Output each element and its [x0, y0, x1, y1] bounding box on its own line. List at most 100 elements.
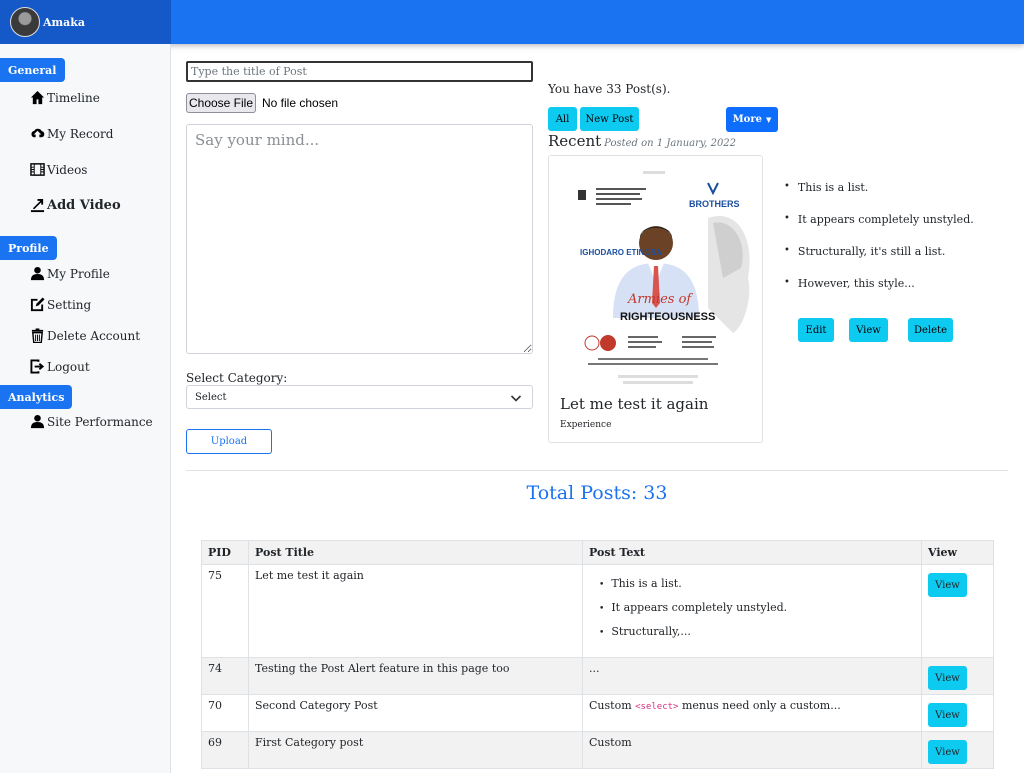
edit-icon — [30, 297, 45, 312]
all-button[interactable]: All — [548, 107, 577, 131]
upload-icon — [30, 198, 45, 213]
post-title-input[interactable] — [186, 61, 533, 82]
row-view-button[interactable]: View — [928, 740, 967, 764]
cell-text-list: This is a list. It appears completely un… — [589, 577, 915, 649]
sidebar-item-label: Delete Account — [47, 328, 141, 343]
top-navbar: Amaka — [0, 0, 1024, 44]
list-item: It appears completely unstyled. — [784, 213, 974, 245]
sidebar-item-label: Videos — [47, 162, 88, 177]
sidebar-item-add-video[interactable]: Add Video — [30, 198, 121, 213]
recent-heading: Recent Posted on 1 January, 2022 — [548, 132, 736, 150]
section-general: General — [0, 58, 65, 82]
sidebar-item-videos[interactable]: Videos — [30, 162, 87, 177]
sidebar-item-label: Timeline — [47, 90, 100, 105]
caret-down-icon: ▼ — [765, 115, 772, 124]
divider — [186, 470, 1008, 471]
sidebar-item-label: Setting — [47, 297, 92, 312]
flyer-brand: BROTHERS — [689, 199, 740, 209]
user-name: Amaka — [43, 15, 86, 29]
row-view-button[interactable]: View — [928, 666, 967, 690]
header-post-title: Post Title — [248, 540, 583, 565]
sidebar-item-site-performance[interactable]: Site Performance — [30, 414, 153, 429]
row-view-button[interactable]: View — [928, 573, 967, 597]
recent-label: Recent — [548, 132, 602, 150]
delete-button[interactable]: Delete — [908, 318, 953, 342]
file-status: No file chosen — [262, 96, 339, 110]
cell-title: First Category post — [248, 731, 583, 769]
card-title: Let me test it again — [560, 395, 709, 413]
new-post-button[interactable]: New Post — [580, 107, 639, 131]
home-icon — [30, 90, 45, 105]
user-brand[interactable]: Amaka — [0, 0, 171, 44]
sidebar-item-delete-account[interactable]: Delete Account — [30, 328, 140, 343]
post-count: You have 33 Post(s). — [548, 82, 671, 96]
list-item: This is a list. — [599, 577, 915, 601]
sidebar: General Timeline My Record Videos Add Vi… — [0, 44, 171, 773]
cell-pid: 69 — [201, 731, 249, 769]
sidebar-item-label: Site Performance — [47, 414, 153, 429]
list-item: Structurally,... — [599, 625, 915, 649]
list-item: Structurally, it's still a list. — [784, 245, 974, 277]
cell-text-pre: Custom — [589, 699, 632, 712]
person-icon — [30, 266, 45, 281]
cell-pid: 75 — [201, 564, 249, 658]
sidebar-item-my-record[interactable]: My Record — [30, 126, 113, 141]
film-icon — [30, 163, 45, 176]
post-image: BROTHERS IGHODARO ETINOSA Armies of RIGH… — [558, 168, 755, 390]
header-pid: PID — [201, 540, 249, 565]
list-item: It appears completely unstyled. — [599, 601, 915, 625]
section-profile: Profile — [0, 236, 57, 260]
code-select: <select> — [635, 702, 679, 712]
table-header-row: PID Post Title Post Text View — [201, 540, 994, 565]
cell-title: Second Category Post — [248, 694, 583, 732]
more-label: More — [732, 114, 762, 125]
flyer-theme-top: Armies of — [627, 292, 693, 307]
cell-pid: 70 — [201, 694, 249, 732]
card-category: Experience — [560, 420, 612, 430]
person-icon — [30, 414, 45, 429]
upload-button[interactable]: Upload — [186, 429, 272, 454]
header-view: View — [921, 540, 994, 565]
sidebar-item-my-profile[interactable]: My Profile — [30, 266, 110, 281]
chevron-down-icon — [510, 395, 522, 402]
sidebar-item-setting[interactable]: Setting — [30, 297, 91, 312]
category-label: Select Category: — [186, 371, 288, 385]
table-row: 70 Second Category Post Custom <select> … — [201, 694, 994, 732]
cell-view: View — [921, 564, 994, 658]
edit-button[interactable]: Edit — [798, 318, 834, 342]
category-select[interactable]: Select — [186, 385, 533, 409]
row-view-button[interactable]: View — [928, 703, 967, 727]
section-analytics: Analytics — [0, 385, 73, 409]
table-row: 74 Testing the Post Alert feature in thi… — [201, 657, 994, 695]
sidebar-item-label: My Record — [47, 126, 114, 141]
cell-title: Let me test it again — [248, 564, 583, 658]
header-post-text: Post Text — [582, 540, 922, 565]
cloud-upload-icon — [31, 128, 45, 138]
sidebar-item-label: Add Video — [47, 198, 121, 213]
posts-table: PID Post Title Post Text View 75 Let me … — [201, 540, 994, 769]
flyer-speaker-name: IGHODARO ETINOSA — [580, 248, 662, 257]
cell-text: This is a list. It appears completely un… — [582, 564, 922, 658]
total-posts-heading: Total Posts: 33 — [526, 482, 668, 504]
choose-file-button[interactable]: Choose File — [186, 93, 256, 113]
list-item: However, this style... — [784, 277, 974, 309]
cell-text: Custom — [582, 731, 922, 769]
cell-view: View — [921, 657, 994, 695]
cell-view: View — [921, 731, 994, 769]
flyer-theme-bottom: RIGHTEOUSNESS — [620, 311, 715, 323]
trash-icon — [31, 328, 44, 343]
post-card[interactable]: BROTHERS IGHODARO ETINOSA Armies of RIGH… — [548, 155, 763, 443]
sidebar-item-logout[interactable]: Logout — [30, 359, 90, 374]
avatar[interactable] — [10, 7, 40, 37]
sidebar-item-label: Logout — [47, 359, 90, 374]
post-body-textarea[interactable] — [186, 124, 533, 354]
more-dropdown-button[interactable]: More ▼ — [726, 107, 778, 132]
sidebar-item-timeline[interactable]: Timeline — [30, 90, 100, 105]
category-select-value: Select — [195, 391, 227, 403]
table-row: 75 Let me test it again This is a list. … — [201, 564, 994, 658]
event-flyer-graphic: BROTHERS IGHODARO ETINOSA Armies of RIGH… — [558, 168, 755, 390]
table-row: 69 First Category post Custom View — [201, 731, 994, 769]
cell-view: View — [921, 694, 994, 732]
cell-pid: 74 — [201, 657, 249, 695]
view-button[interactable]: View — [849, 318, 888, 342]
